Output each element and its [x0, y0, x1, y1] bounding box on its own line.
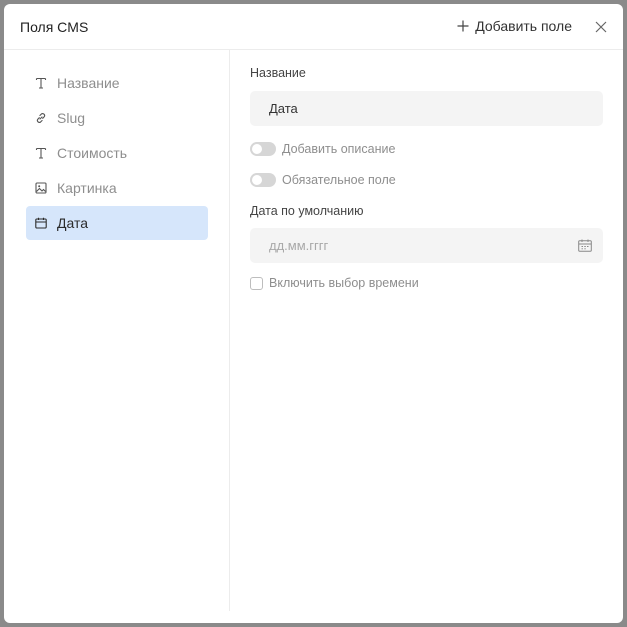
plus-icon: [457, 20, 469, 32]
add-description-label: Добавить описание: [282, 142, 396, 156]
add-field-button[interactable]: Добавить поле: [457, 18, 572, 34]
required-label: Обязательное поле: [282, 173, 396, 187]
enable-time-checkbox[interactable]: [250, 276, 263, 290]
sidebar-item-label: Дата: [57, 215, 89, 231]
sidebar-item-label: Название: [57, 75, 120, 91]
image-icon: [26, 182, 56, 194]
add-description-toggle-row[interactable]: Добавить описание: [250, 142, 395, 156]
sidebar-item-label: Стоимость: [57, 145, 128, 161]
required-toggle-row[interactable]: Обязательное поле: [250, 173, 396, 187]
name-input[interactable]: Дата: [250, 91, 603, 126]
sidebar-item-label: Slug: [57, 110, 86, 126]
fields-sidebar: Название Slug Стоимость Картинка Дата: [4, 50, 230, 611]
sidebar-item-image[interactable]: Картинка: [26, 171, 208, 205]
link-icon: [26, 112, 56, 124]
add-field-label: Добавить поле: [475, 18, 572, 34]
default-date-input[interactable]: дд.мм.гггг: [250, 228, 603, 263]
modal-header: Поля CMS Добавить поле: [4, 4, 623, 50]
default-date-label: Дата по умолчанию: [250, 204, 364, 218]
calendar-icon: [26, 217, 56, 229]
text-type-icon: [26, 77, 56, 89]
calendar-icon[interactable]: [578, 239, 592, 252]
required-toggle[interactable]: [250, 173, 276, 187]
sidebar-item-price[interactable]: Стоимость: [26, 136, 208, 170]
sidebar-item-label: Картинка: [57, 180, 117, 196]
date-placeholder: дд.мм.гггг: [269, 238, 329, 253]
close-icon[interactable]: [593, 19, 609, 35]
enable-time-row[interactable]: Включить выбор времени: [250, 276, 419, 290]
modal-title: Поля CMS: [20, 19, 89, 35]
text-type-icon: [26, 147, 56, 159]
name-field-label: Название: [250, 66, 306, 80]
sidebar-item-name[interactable]: Название: [26, 66, 208, 100]
cms-fields-modal: Поля CMS Добавить поле Название Slug Сто…: [4, 4, 623, 623]
enable-time-label: Включить выбор времени: [269, 276, 419, 290]
add-description-toggle[interactable]: [250, 142, 276, 156]
sidebar-item-slug[interactable]: Slug: [26, 101, 208, 135]
sidebar-item-date[interactable]: Дата: [26, 206, 208, 240]
